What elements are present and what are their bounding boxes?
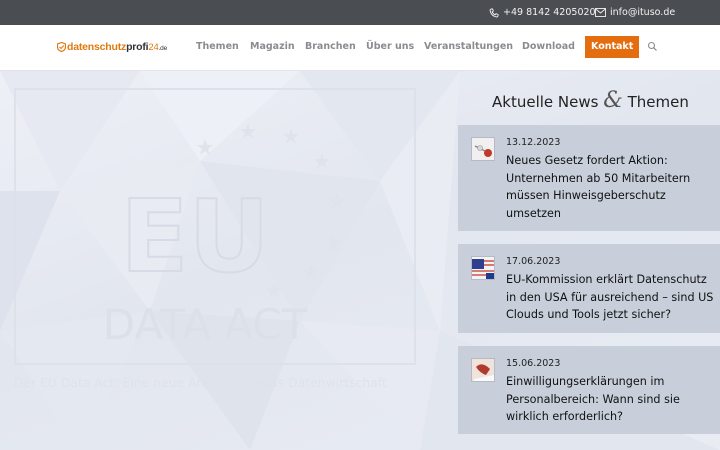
news-card[interactable]: 15.06.2023 Einwilligungserklärungen im P… [458,346,720,434]
hero-data-act-title: DATA ACT [103,300,308,349]
nav-item-ueber-uns[interactable]: Über uns [366,41,414,52]
phone-number: +49 8142 4205020 [503,7,596,18]
logo-text-datenschutz: datenschutz [67,41,127,53]
news-title[interactable]: Neues Gesetz fordert Aktion: Unternehmen… [506,152,716,222]
nav-item-download[interactable]: Download [522,41,575,52]
email-link[interactable]: info@ituso.de [595,7,675,18]
shield-logo-icon [57,42,66,52]
hero-eu-title: EU [120,178,270,295]
phone-link[interactable]: +49 8142 4205020 [489,7,596,18]
nav-item-veranstaltungen[interactable]: Veranstaltungen [424,41,513,52]
site-header: datenschutz profi 24 .de Themen Magazin Bra… [0,25,720,71]
phone-icon [489,8,499,17]
news-title[interactable]: Einwilligungserklärungen im Personalbere… [506,373,716,426]
news-heading-right: Themen [627,93,689,111]
search-icon[interactable] [647,41,658,52]
hero-caption[interactable]: Der EU Data Act: Eine neue Ära für Europ… [14,376,387,390]
nav-item-themen[interactable]: Themen [196,41,239,52]
email-address: info@ituso.de [610,7,676,18]
logo-text-24: 24 [148,41,159,53]
news-title[interactable]: EU-Kommission erklärt Datenschutz in den… [506,271,716,324]
contact-button[interactable]: Kontakt [585,36,640,58]
news-thumbnail-flags [471,256,495,280]
news-card[interactable]: 17.06.2023 EU-Kommission erklärt Datensc… [458,244,720,333]
news-thumbnail-signature [471,358,495,382]
news-heading: Aktuelle News & Themen [492,88,689,113]
top-bar: +49 8142 4205020 info@ituso.de [0,0,720,25]
logo-text-profi: profi [126,41,149,53]
nav-item-magazin[interactable]: Magazin [250,41,295,52]
news-date: 13.12.2023 [506,137,561,148]
news-heading-ampersand: & [603,88,623,113]
logo-text-tld: .de [158,44,168,52]
site-logo[interactable]: datenschutz profi 24 .de [57,41,167,53]
news-heading-left: Aktuelle News [492,93,599,111]
news-card[interactable]: 13.12.2023 Neues Gesetz fordert Aktion: … [458,125,720,231]
mail-icon [595,8,606,17]
news-thumbnail-whistle [471,137,495,161]
news-date: 15.06.2023 [506,358,561,369]
news-date: 17.06.2023 [506,256,561,267]
nav-item-branchen[interactable]: Branchen [305,41,356,52]
